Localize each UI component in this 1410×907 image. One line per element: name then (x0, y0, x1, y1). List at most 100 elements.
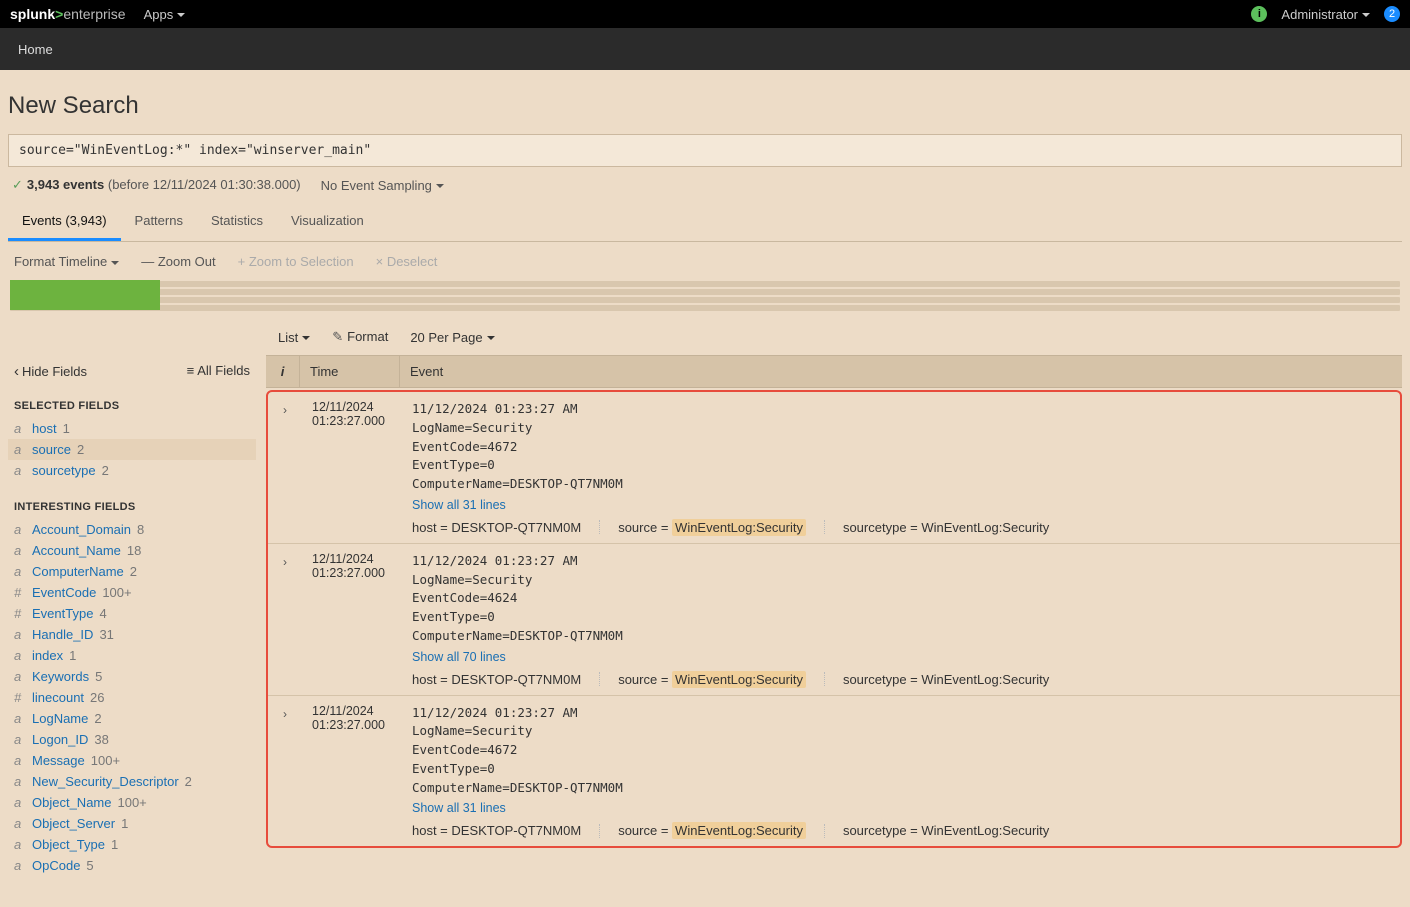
events-highlight-box: › 12/11/202401:23:27.00011/12/2024 01:23:… (266, 390, 1402, 848)
check-icon: ✓ (12, 177, 23, 192)
field-name: Object_Name (32, 795, 111, 810)
messages-badge[interactable]: 2 (1384, 6, 1400, 22)
field-type-icon: a (14, 463, 26, 478)
tag-sourcetype[interactable]: WinEventLog:Security (921, 672, 1049, 687)
tag-source[interactable]: WinEventLog:Security (672, 822, 806, 839)
field-Account_Domain[interactable]: aAccount_Domain8 (8, 519, 256, 540)
col-info[interactable]: i (266, 356, 300, 387)
field-type-icon: # (14, 690, 26, 705)
per-page[interactable]: 20 Per Page (410, 330, 494, 345)
format-button[interactable]: Format (332, 329, 388, 345)
field-type-icon: a (14, 522, 26, 537)
field-type-icon: a (14, 732, 26, 747)
field-name: New_Security_Descriptor (32, 774, 179, 789)
status-line: ✓3,943 events (before 12/11/2024 01:30:3… (8, 167, 1402, 203)
field-Object_Server[interactable]: aObject_Server1 (8, 813, 256, 834)
field-name: linecount (32, 690, 84, 705)
field-LogName[interactable]: aLogName2 (8, 708, 256, 729)
deselect: × Deselect (376, 254, 438, 269)
field-name: ComputerName (32, 564, 124, 579)
field-name: LogName (32, 711, 88, 726)
field-count: 2 (102, 463, 109, 478)
tag-host[interactable]: DESKTOP-QT7NM0M (451, 520, 581, 535)
chevron-right-icon: › (283, 403, 287, 417)
sampling-menu[interactable]: No Event Sampling (321, 178, 444, 193)
field-index[interactable]: aindex1 (8, 645, 256, 666)
tag-source[interactable]: WinEventLog:Security (672, 671, 806, 688)
logo[interactable]: splunk>enterprise (10, 6, 126, 22)
expand-event[interactable]: › (268, 552, 302, 687)
field-type-icon: a (14, 816, 26, 831)
timeline-bar[interactable] (10, 280, 160, 310)
tag-host[interactable]: DESKTOP-QT7NM0M (451, 823, 581, 838)
tab-statistics[interactable]: Statistics (197, 203, 277, 241)
field-source[interactable]: asource2 (8, 439, 256, 460)
field-Object_Name[interactable]: aObject_Name100+ (8, 792, 256, 813)
field-Account_Name[interactable]: aAccount_Name18 (8, 540, 256, 561)
field-type-icon: a (14, 774, 26, 789)
tag-host[interactable]: DESKTOP-QT7NM0M (451, 672, 581, 687)
field-type-icon: a (14, 753, 26, 768)
field-name: Object_Type (32, 837, 105, 852)
field-EventCode[interactable]: #EventCode100+ (8, 582, 256, 603)
nav-home[interactable]: Home (18, 42, 53, 57)
field-EventType[interactable]: #EventType4 (8, 603, 256, 624)
show-all-lines[interactable]: Show all 31 lines (412, 498, 506, 512)
fields-sidebar: Hide Fields All Fields SELECTED FIELDS a… (8, 355, 266, 896)
field-type-icon: a (14, 442, 26, 457)
expand-event[interactable]: › (268, 704, 302, 839)
field-type-icon: a (14, 669, 26, 684)
col-time[interactable]: Time (300, 356, 400, 387)
user-menu[interactable]: Administrator (1281, 7, 1370, 22)
field-Logon_ID[interactable]: aLogon_ID38 (8, 729, 256, 750)
tag-source[interactable]: WinEventLog:Security (672, 519, 806, 536)
format-timeline[interactable]: Format Timeline (14, 254, 119, 269)
apps-menu[interactable]: Apps (144, 7, 186, 22)
all-fields[interactable]: All Fields (187, 363, 250, 380)
field-type-icon: a (14, 858, 26, 873)
field-Object_Type[interactable]: aObject_Type1 (8, 834, 256, 855)
field-OpCode[interactable]: aOpCode5 (8, 855, 256, 876)
field-count: 2 (130, 564, 137, 579)
field-name: EventType (32, 606, 93, 621)
event-time: 12/11/202401:23:27.000 (302, 552, 402, 687)
chevron-right-icon: › (283, 707, 287, 721)
search-input[interactable] (8, 134, 1402, 167)
hide-fields[interactable]: Hide Fields (14, 363, 87, 380)
field-Handle_ID[interactable]: aHandle_ID31 (8, 624, 256, 645)
show-all-lines[interactable]: Show all 31 lines (412, 801, 506, 815)
tab-events[interactable]: Events (3,943) (8, 203, 121, 241)
field-Message[interactable]: aMessage100+ (8, 750, 256, 771)
field-type-icon: a (14, 648, 26, 663)
view-list[interactable]: List (278, 330, 310, 345)
field-sourcetype[interactable]: asourcetype2 (8, 460, 256, 481)
tag-sourcetype[interactable]: WinEventLog:Security (921, 520, 1049, 535)
field-count: 2 (185, 774, 192, 789)
chevron-right-icon: › (283, 555, 287, 569)
field-Keywords[interactable]: aKeywords5 (8, 666, 256, 687)
field-linecount[interactable]: #linecount26 (8, 687, 256, 708)
zoom-out[interactable]: — Zoom Out (141, 254, 215, 269)
field-count: 38 (94, 732, 108, 747)
tab-patterns[interactable]: Patterns (121, 203, 197, 241)
tab-visualization[interactable]: Visualization (277, 203, 378, 241)
tag-sourcetype[interactable]: WinEventLog:Security (921, 823, 1049, 838)
field-ComputerName[interactable]: aComputerName2 (8, 561, 256, 582)
info-icon[interactable]: i (1251, 6, 1267, 22)
event-tags: host = DESKTOP-QT7NM0Msource = WinEventL… (412, 520, 1390, 535)
field-name: host (32, 421, 57, 436)
show-all-lines[interactable]: Show all 70 lines (412, 650, 506, 664)
field-host[interactable]: ahost1 (8, 418, 256, 439)
field-count: 4 (99, 606, 106, 621)
field-name: Handle_ID (32, 627, 93, 642)
event-raw[interactable]: 11/12/2024 01:23:27 AM LogName=Security … (412, 704, 1390, 798)
field-type-icon: a (14, 627, 26, 642)
field-type-icon: a (14, 543, 26, 558)
field-count: 100+ (117, 795, 146, 810)
event-raw[interactable]: 11/12/2024 01:23:27 AM LogName=Security … (412, 552, 1390, 646)
field-name: Account_Name (32, 543, 121, 558)
event-raw[interactable]: 11/12/2024 01:23:27 AM LogName=Security … (412, 400, 1390, 494)
timeline[interactable] (8, 281, 1402, 311)
field-New_Security_Descriptor[interactable]: a New_Security_Descriptor 2 (8, 771, 256, 792)
expand-event[interactable]: › (268, 400, 302, 535)
